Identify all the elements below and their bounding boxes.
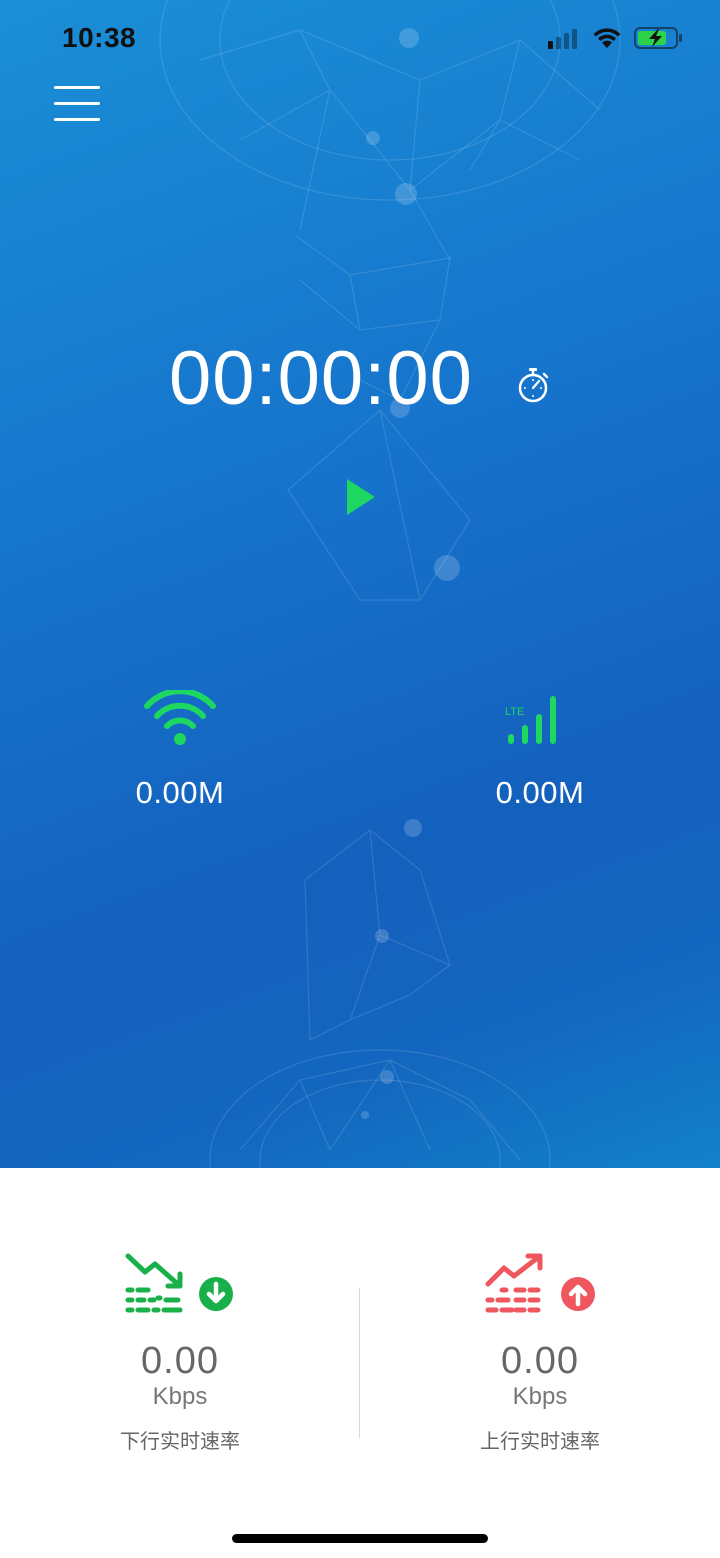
stopwatch-icon[interactable] <box>517 366 551 404</box>
status-bar: 10:38 <box>0 0 720 80</box>
status-icons <box>548 26 684 50</box>
hero-panel: 10:38 00:00:00 0.00M LTE 0.00M <box>0 0 720 1168</box>
download-icon-row <box>60 1250 300 1320</box>
lte-badge: LTE <box>505 706 524 718</box>
cellular-traffic-value: 0.00M <box>495 775 585 810</box>
lte-signal-icon: LTE <box>505 696 556 744</box>
play-icon[interactable] <box>340 476 384 520</box>
download-speed-value: 0.00 <box>141 1340 219 1382</box>
home-indicator[interactable] <box>232 1534 488 1543</box>
download-speed: 0.00 Kbps 下行实时速率 <box>60 1250 300 1454</box>
battery-charging-icon <box>634 27 682 49</box>
network-background-art <box>159 0 621 1168</box>
wifi-traffic-value: 0.00M <box>135 775 225 810</box>
timer-display: 00:00:00 <box>0 330 720 422</box>
upload-speed: 0.00 Kbps 上行实时速率 <box>420 1250 660 1454</box>
timer-value: 00:00:00 <box>169 336 473 422</box>
uptrend-icon <box>485 1253 595 1313</box>
wifi-icon <box>593 28 621 48</box>
speed-divider <box>359 1288 360 1438</box>
hamburger-menu-icon <box>54 86 100 89</box>
download-speed-label: 下行实时速率 <box>120 1429 240 1453</box>
status-time: 10:38 <box>62 22 137 53</box>
menu-button[interactable] <box>54 84 102 124</box>
wifi-traffic: 0.00M <box>80 688 280 811</box>
upload-icon-row <box>420 1250 660 1320</box>
cellular-signal-icon <box>548 29 577 49</box>
download-speed-unit: Kbps <box>152 1383 208 1410</box>
cellular-traffic: LTE 0.00M <box>440 690 640 811</box>
upload-speed-value: 0.00 <box>501 1340 579 1382</box>
speed-panel: 0.00 Kbps 下行实时速率 0.00 Kbps 上行实时速率 <box>0 1168 720 1558</box>
downtrend-icon <box>125 1253 233 1313</box>
wifi-icon <box>144 688 216 745</box>
upload-speed-label: 上行实时速率 <box>480 1429 600 1453</box>
upload-speed-unit: Kbps <box>512 1383 568 1410</box>
